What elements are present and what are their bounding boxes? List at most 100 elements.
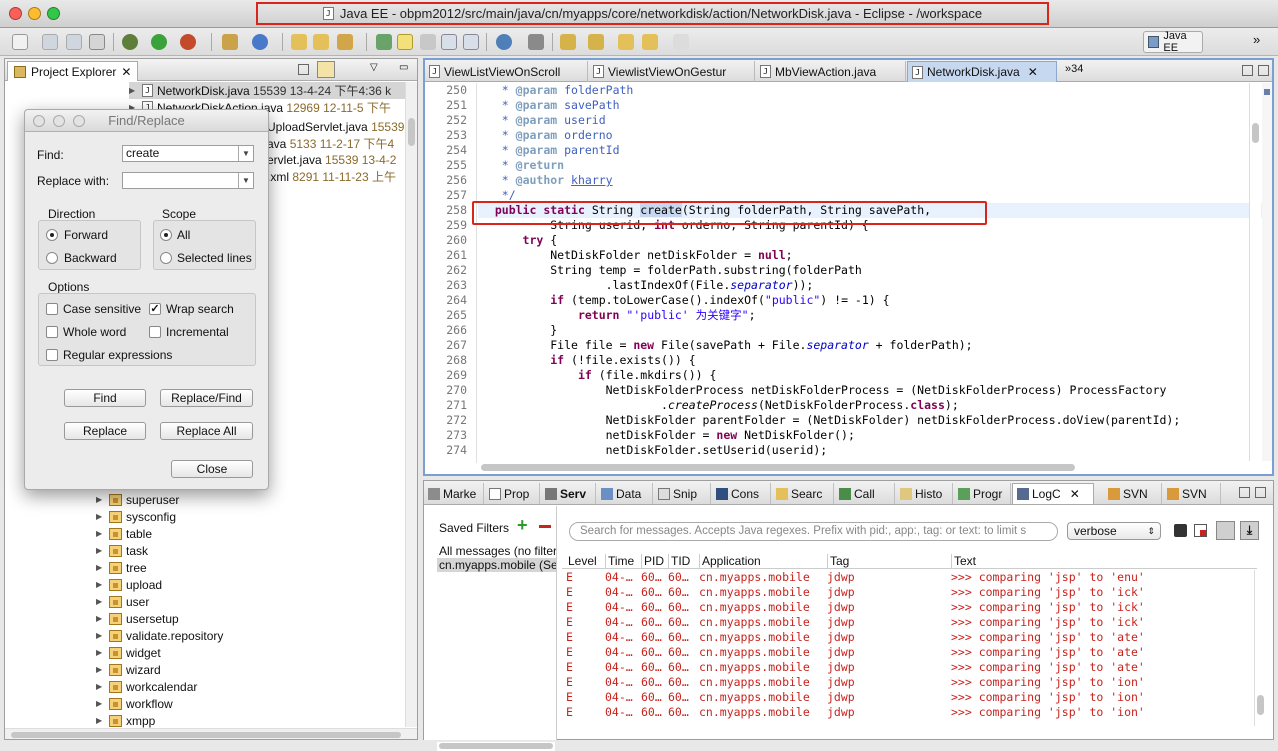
tree-package-item[interactable]: ▶ superuser <box>96 491 179 508</box>
log-row[interactable]: E 04-… 60… 60… cn.myapps.mobile jdwp >>> compa… <box>562 660 1257 675</box>
tree-package-item[interactable]: ▶ table <box>96 525 152 542</box>
tree-package-item[interactable]: ▶ task <box>96 542 148 559</box>
close-icon[interactable]: ✕ <box>121 65 131 79</box>
word-wrap-icon[interactable] <box>441 34 457 50</box>
editor-overview-ruler[interactable] <box>1262 83 1272 461</box>
run-icon[interactable] <box>151 34 167 50</box>
tree-package-item[interactable]: ▶ upload <box>96 576 162 593</box>
code-line[interactable]: return "'public' 为关键字"; <box>481 308 756 323</box>
find-button[interactable]: Find <box>64 389 146 407</box>
code-line[interactable]: * @param savePath <box>481 98 620 113</box>
tab-overflow[interactable]: »34 <box>1065 63 1083 75</box>
tree-package-item[interactable]: ▶ workflow <box>96 695 173 712</box>
filter-item[interactable]: All messages (no filter <box>439 544 556 558</box>
tab-svn-1[interactable]: SVN <box>1104 483 1162 504</box>
tab-project-explorer[interactable]: Project Explorer ✕ <box>7 61 139 81</box>
code-line[interactable]: * @param orderno <box>481 128 613 143</box>
log-row[interactable]: E 04-… 60… 60… cn.myapps.mobile jdwp >>> compa… <box>562 675 1257 690</box>
code-line[interactable]: * @param folderPath <box>481 83 634 98</box>
log-row[interactable]: E 04-… 60… 60… cn.myapps.mobile jdwp >>> compa… <box>562 690 1257 705</box>
expand-arrow-icon[interactable]: ▶ <box>96 699 105 708</box>
expand-arrow-icon[interactable]: ▶ <box>96 665 105 674</box>
code-line[interactable]: * @param userid <box>481 113 606 128</box>
log-row[interactable]: E 04-… 60… 60… cn.myapps.mobile jdwp >>> compa… <box>562 615 1257 630</box>
toolbar-overflow-icon[interactable]: » <box>1253 32 1260 47</box>
case-sensitive-checkbox[interactable] <box>46 303 58 315</box>
tree-package-item[interactable]: ▶ wizard <box>96 661 161 678</box>
code-line[interactable]: if (!file.exists()) { <box>481 353 695 368</box>
log-row[interactable]: E 04-… 60… 60… cn.myapps.mobile jdwp >>> compa… <box>562 630 1257 645</box>
close-icon[interactable]: ✕ <box>1028 65 1038 79</box>
tab-svn-2[interactable]: SVN <box>1163 483 1221 504</box>
code-line[interactable]: if (temp.toLowerCase().indexOf("public")… <box>481 293 889 308</box>
last-edit-icon[interactable] <box>618 34 634 50</box>
expand-arrow-icon[interactable]: ▶ <box>96 495 105 504</box>
code-line[interactable]: * @return <box>481 158 564 173</box>
chevron-down-icon[interactable]: ▼ <box>238 173 253 188</box>
tab-history[interactable]: Histo <box>896 483 953 504</box>
whole-word-checkbox[interactable] <box>46 326 58 338</box>
new-server-icon[interactable] <box>222 34 238 50</box>
globe-icon[interactable] <box>496 34 512 50</box>
tab-data[interactable]: Data <box>597 483 653 504</box>
tree-package-item[interactable]: ▶ sysconfig <box>96 508 176 525</box>
expand-arrow-icon[interactable]: ▶ <box>96 529 105 538</box>
log-column-header[interactable]: Tag <box>827 554 949 568</box>
print-icon[interactable] <box>89 34 105 50</box>
code-line[interactable]: File file = new File(savePath + File.sep… <box>481 338 972 353</box>
tab-servers[interactable]: Serv <box>541 483 596 504</box>
list-item[interactable]: ava 5133 11-2-17 下午4 <box>267 135 394 152</box>
dialog-zoom-button[interactable] <box>73 115 85 127</box>
log-column-header[interactable]: Time <box>605 554 639 568</box>
save-log-icon[interactable] <box>1174 524 1187 537</box>
code-line[interactable]: * @param parentId <box>481 143 620 158</box>
log-column-header[interactable]: TID <box>668 554 698 568</box>
team-sync-icon[interactable] <box>528 34 544 50</box>
editor-horizontal-scrollbar[interactable] <box>477 461 1249 473</box>
tab-search[interactable]: Searc <box>772 483 834 504</box>
code-line[interactable]: String temp = folderPath.substring(folde… <box>481 263 862 278</box>
replace-find-button[interactable]: Replace/Find <box>160 389 253 407</box>
log-row[interactable]: E 04-… 60… 60… cn.myapps.mobile jdwp >>> compa… <box>562 645 1257 660</box>
view-menu-icon[interactable]: ▽ <box>370 62 378 73</box>
all-radio[interactable] <box>160 229 172 241</box>
list-item[interactable]: ▶ J NetworkDisk.java 15539 13-4-24 下午4:3… <box>129 82 411 99</box>
new-icon[interactable] <box>12 34 28 50</box>
scroll-lock-icon[interactable]: ⤓ <box>1240 521 1259 540</box>
expand-arrow-icon[interactable]: ▶ <box>96 563 105 572</box>
dialog-close-button[interactable] <box>33 115 45 127</box>
tab-snippets[interactable]: Snip <box>654 483 711 504</box>
tab-markers[interactable]: Marke <box>424 483 484 504</box>
logcat-search-input[interactable]: Search for messages. Accepts Java regexe… <box>569 522 1058 541</box>
code-line[interactable]: * @author kharry <box>481 173 613 188</box>
minimize-icon[interactable] <box>1239 487 1250 498</box>
add-filter-icon[interactable]: + <box>517 515 528 536</box>
replace-all-button[interactable]: Replace All <box>160 422 253 440</box>
show-whitespace-icon[interactable] <box>463 34 479 50</box>
expand-arrow-icon[interactable]: ▶ <box>129 86 138 95</box>
prev-annotation-icon[interactable] <box>588 34 604 50</box>
close-window-button[interactable] <box>9 7 22 20</box>
chevron-down-icon[interactable]: ▼ <box>238 146 253 161</box>
code-line[interactable]: if (file.mkdirs()) { <box>481 368 716 383</box>
run-external-icon[interactable] <box>180 34 196 50</box>
search-icon[interactable] <box>376 34 392 50</box>
replace-button[interactable]: Replace <box>64 422 146 440</box>
tree-package-item[interactable]: ▶ usersetup <box>96 610 179 627</box>
next-annotation-icon[interactable] <box>560 34 576 50</box>
code-line[interactable]: netDiskFolder.setUserid(userid); <box>481 443 828 458</box>
tab-logcat[interactable]: LogC ✕ <box>1012 483 1094 504</box>
editor-vertical-scrollbar[interactable] <box>1249 83 1261 461</box>
dialog-minimize-button[interactable] <box>53 115 65 127</box>
open-folder-icon[interactable] <box>291 34 307 50</box>
expand-arrow-icon[interactable]: ▶ <box>96 716 105 725</box>
list-item[interactable]: .xml 8291 11-11-23 上午 <box>267 168 396 185</box>
find-combo[interactable]: create ▼ <box>122 145 254 162</box>
log-level-select[interactable]: verbose ⇕ <box>1067 522 1161 540</box>
code-line[interactable]: } <box>481 323 557 338</box>
maximize-icon[interactable] <box>1258 65 1269 76</box>
tree-package-item[interactable]: ▶ user <box>96 593 149 610</box>
back-icon[interactable] <box>642 34 658 50</box>
log-column-header[interactable]: Application <box>699 554 824 568</box>
forward-icon[interactable] <box>673 34 689 50</box>
